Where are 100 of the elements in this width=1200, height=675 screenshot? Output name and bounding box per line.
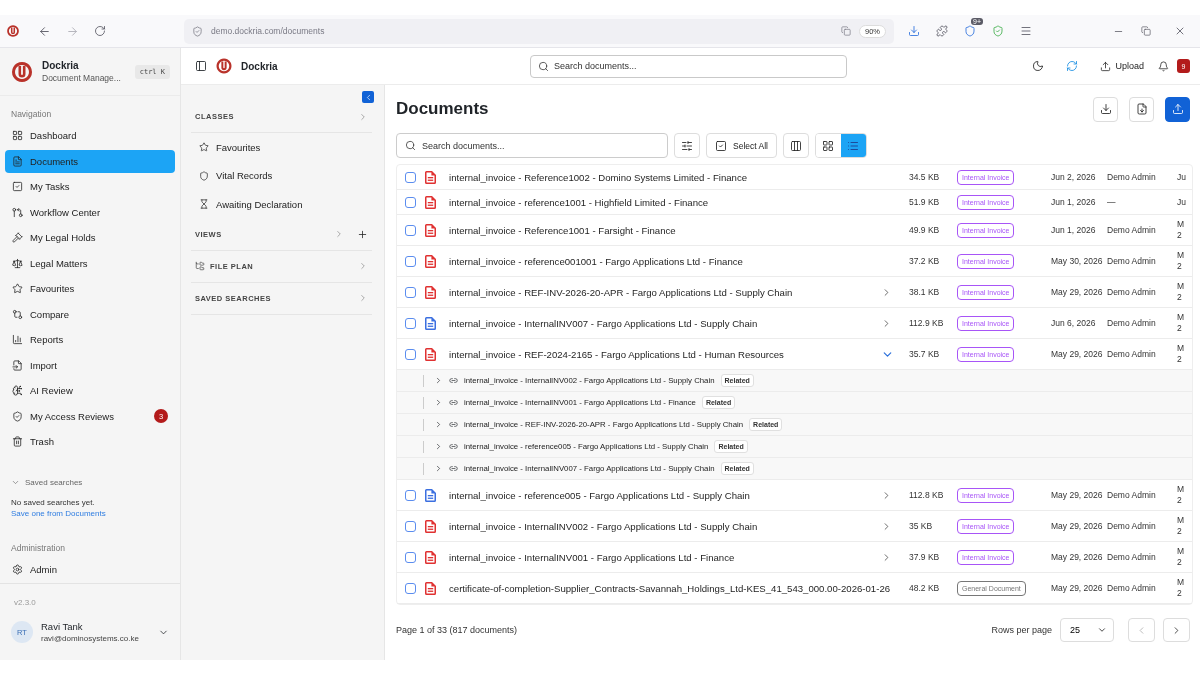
- row-checkbox[interactable]: [405, 489, 416, 501]
- upload-button[interactable]: Upload: [1100, 60, 1144, 72]
- date-cell-text: May 30, 2026: [1050, 255, 1104, 267]
- date-cell-text: May 29, 2026: [1050, 582, 1104, 594]
- document-name[interactable]: internal_invoice - reference001001 - Fargo Applications Ltd - Finance: [449, 255, 909, 267]
- nav-item[interactable]: Favourites: [5, 277, 175, 300]
- document-name[interactable]: internal_invoice - REF-INV-2026-20-APR - Fargo Applications Ltd - Supply Chain: [449, 286, 881, 298]
- refresh-button[interactable]: [1066, 60, 1079, 72]
- search-icon: [405, 140, 416, 151]
- upload-button[interactable]: [1165, 96, 1190, 122]
- document-name[interactable]: internal_invoice - InternalINV007 - Fargo Applications Ltd - Supply Chain: [449, 317, 881, 329]
- table-cell-text: M 2: [1177, 546, 1186, 568]
- document-name[interactable]: internal_invoice - InternalINV002 - Fargo Applications Ltd - Supply Chain: [449, 520, 881, 532]
- row-checkbox[interactable]: [405, 348, 416, 360]
- class-item[interactable]: Awaiting Declaration: [191, 190, 372, 219]
- chevron-right-icon: [434, 398, 443, 407]
- size-cell-text: 112.9 KB: [909, 317, 945, 329]
- date-cell-text: May 29, 2026: [1050, 348, 1104, 360]
- table-cell-text: Ju: [1177, 196, 1187, 208]
- grid-icon: [12, 130, 23, 141]
- moon-icon: [1032, 60, 1045, 72]
- nav-item[interactable]: Compare: [5, 302, 175, 326]
- nav-item[interactable]: My Tasks: [5, 175, 175, 198]
- date-cell-text: Jun 1, 2026: [1050, 224, 1097, 236]
- theme-toggle-button[interactable]: [1032, 60, 1045, 72]
- chevron-right-icon: [358, 111, 368, 122]
- class-item[interactable]: Favourites: [191, 133, 372, 162]
- nav-item[interactable]: My Legal Holds: [5, 226, 175, 249]
- row-checkbox[interactable]: [405, 196, 416, 208]
- nav-item[interactable]: Documents: [5, 149, 175, 173]
- document-name[interactable]: certificate-of-completion-Supplier_Contracts-Savannah_Holdings_Ltd-KES_41_543_000.00-2026-01-26: [449, 582, 909, 594]
- columns-icon: [789, 139, 802, 152]
- document-name[interactable]: internal_invoice - reference1001 - Highfield Limited - Finance: [449, 196, 909, 208]
- document-name[interactable]: internal_invoice - InternalINV001 - Fargo Applications Ltd - Finance: [449, 551, 881, 563]
- chevron-down-icon: [1097, 625, 1107, 635]
- table-cell-text: M 2: [1177, 219, 1186, 241]
- columns-button[interactable]: [782, 133, 809, 158]
- date-cell-text: May 29, 2026: [1050, 286, 1104, 298]
- size-cell-text: 37.2 KB: [909, 255, 941, 267]
- row-checkbox[interactable]: [405, 317, 416, 329]
- size-cell-text: 48.2 KB: [909, 582, 941, 594]
- table-cell-text: Ju: [1177, 171, 1187, 183]
- nav-item[interactable]: Import: [5, 353, 175, 377]
- rows-per-page-label: Rows per page: [991, 625, 1052, 635]
- upload-icon: [1100, 60, 1112, 72]
- document-name[interactable]: internal_invoice - reference005 - Fargo Applications Ltd - Supply Chain: [449, 489, 881, 501]
- user-name: Ravi Tank: [41, 621, 84, 633]
- plus-icon: [357, 228, 368, 240]
- rows-per-page-select[interactable]: 25: [1060, 618, 1114, 642]
- size-cell-text: 37.9 KB: [909, 551, 941, 563]
- row-checkbox[interactable]: [405, 520, 416, 532]
- owner-cell-text: Demo Admin: [1107, 551, 1157, 563]
- download-button[interactable]: [1093, 96, 1118, 122]
- row-checkbox[interactable]: [405, 224, 416, 236]
- row-checkbox[interactable]: [405, 255, 416, 267]
- user-email: ravi@dominosystems.co.ke: [41, 634, 140, 644]
- nav-item[interactable]: Reports: [5, 328, 175, 351]
- file-export-icon: [1135, 103, 1148, 115]
- bar-chart-icon: [12, 334, 23, 345]
- nav-item[interactable]: AI Review: [5, 379, 175, 402]
- nav-item[interactable]: Dashboard: [5, 124, 175, 147]
- add-button[interactable]: [357, 228, 368, 240]
- nav-item[interactable]: Workflow Center: [5, 200, 175, 224]
- filter-button[interactable]: [674, 133, 700, 158]
- document-name[interactable]: internal_invoice - REF-2024-2165 - Fargo Applications Ltd - Human Resources: [449, 348, 881, 360]
- table-cell-text: M 2: [1177, 484, 1186, 506]
- nav-item[interactable]: Trash: [5, 430, 175, 453]
- owner-cell-text: Demo Admin: [1107, 224, 1157, 236]
- nav-item[interactable]: Admin: [5, 557, 175, 581]
- size-cell-text: 35.7 KB: [909, 348, 941, 360]
- back-arrow-icon: [37, 24, 51, 38]
- star-icon: [199, 142, 209, 153]
- filter-icon: [681, 139, 693, 152]
- star-icon: [12, 283, 23, 294]
- nav-item[interactable]: Legal Matters: [5, 251, 175, 275]
- row-checkbox[interactable]: [405, 286, 416, 298]
- collapse-button[interactable]: [362, 91, 374, 103]
- sidebar-toggle-icon: [195, 60, 207, 72]
- document-name[interactable]: internal_invoice - Reference1001 - Farsight - Finance: [449, 224, 909, 236]
- document-name[interactable]: internal_invoice - Reference1002 - Domino Systems Limited - Finance: [449, 171, 909, 183]
- notifications-button[interactable]: [1158, 60, 1169, 72]
- shield-icon: [199, 170, 209, 181]
- link-icon: [449, 376, 458, 385]
- row-checkbox[interactable]: [405, 582, 416, 594]
- size-cell-text: 49.9 KB: [909, 224, 941, 236]
- date-cell-text: May 29, 2026: [1050, 489, 1104, 501]
- class-item[interactable]: Vital Records: [191, 161, 372, 190]
- search-field[interactable]: Search documents...: [396, 133, 668, 158]
- date-cell-text: Jun 6, 2026: [1050, 317, 1097, 329]
- export-button[interactable]: [1129, 96, 1154, 122]
- table-cell-text: M 2: [1177, 250, 1186, 272]
- settings-icon: [12, 563, 23, 575]
- list-view-button[interactable]: [840, 134, 866, 157]
- save-search-link[interactable]: Save one from Documents: [11, 508, 106, 518]
- row-checkbox[interactable]: [405, 171, 416, 183]
- logo-icon: [6, 24, 20, 38]
- row-checkbox[interactable]: [405, 551, 416, 563]
- search-field[interactable]: Search documents...: [530, 54, 847, 78]
- table-cell-text: M 2: [1177, 515, 1186, 537]
- select-all-button[interactable]: Select All: [706, 133, 777, 158]
